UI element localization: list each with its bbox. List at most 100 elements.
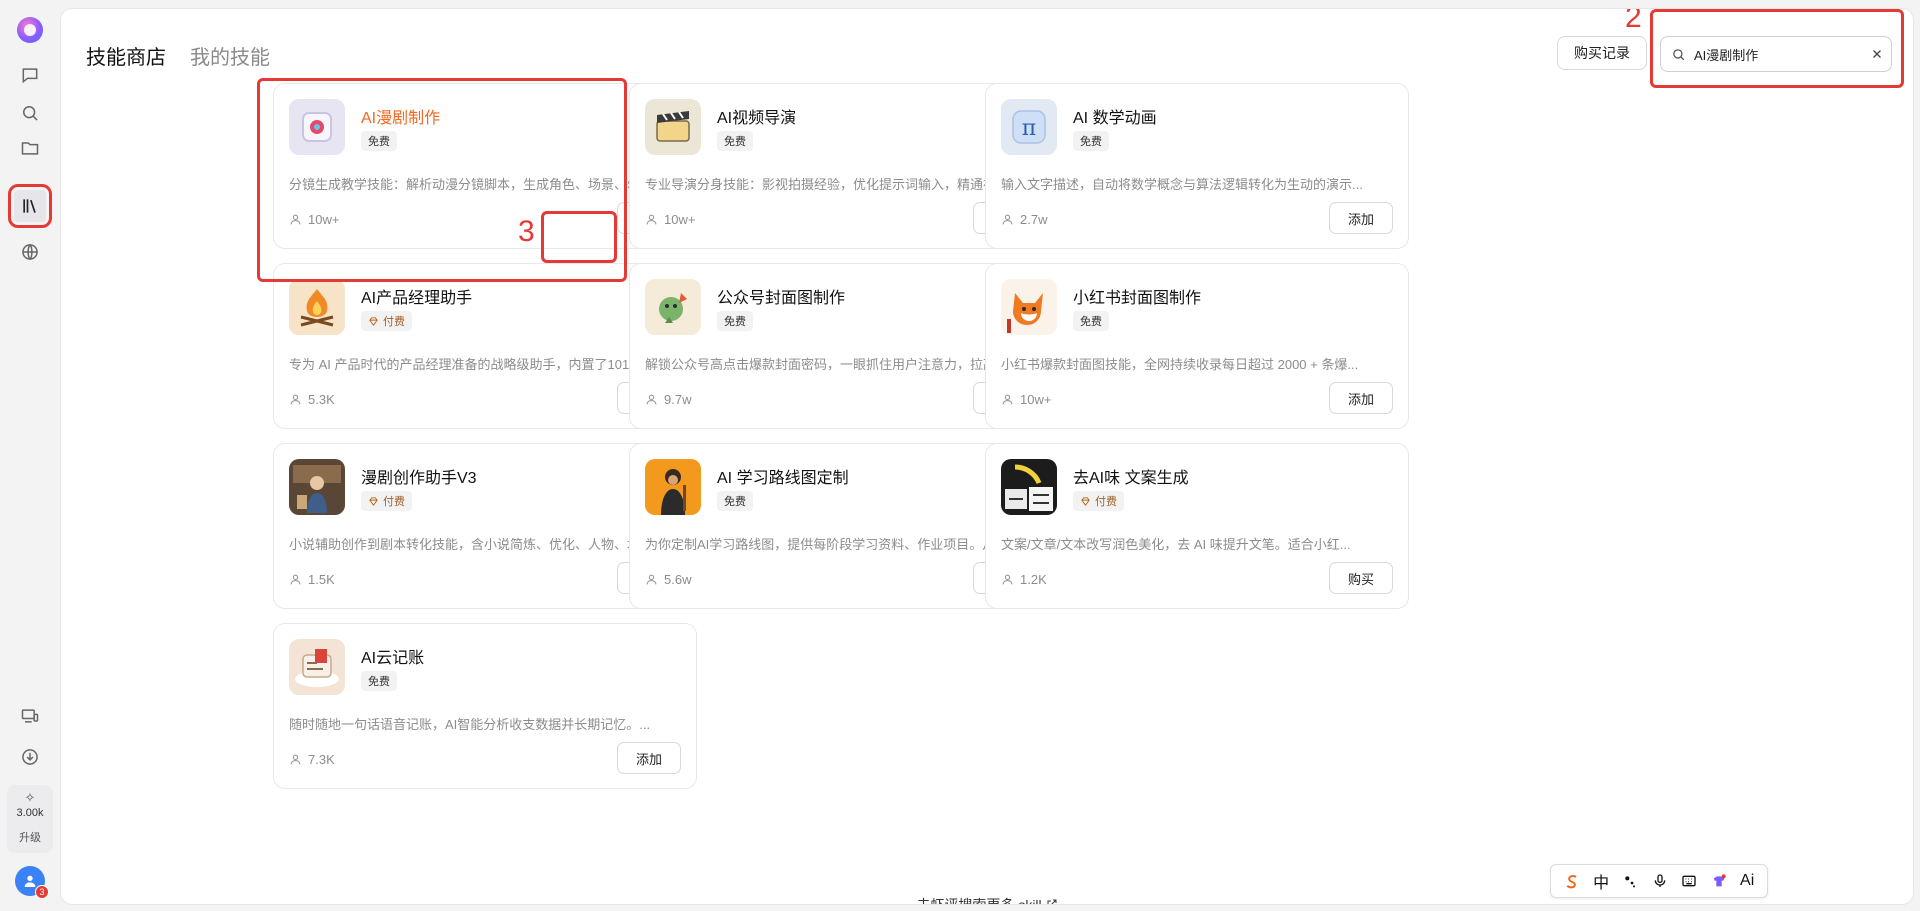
user-count: 1.5K xyxy=(289,572,335,587)
skill-thumbnail xyxy=(289,459,345,515)
devices-icon[interactable] xyxy=(14,700,46,732)
user-avatar[interactable]: 3 xyxy=(15,866,49,899)
skill-title: 漫剧创作助手V3 xyxy=(361,470,477,487)
skill-card[interactable]: 去AI味 文案生成 付费 文案/文章/文本改写润色美化，去 AI 味提升文笔。适… xyxy=(985,443,1409,609)
ime-ai-button[interactable]: Ai xyxy=(1740,872,1754,890)
skill-description: 文案/文章/文本改写润色美化，去 AI 味提升文笔。适合小红... xyxy=(1001,537,1351,552)
ime-chinese-mode[interactable]: 中 xyxy=(1593,869,1609,893)
price-tag: 免费 xyxy=(1073,311,1109,331)
user-count: 2.7w xyxy=(1001,212,1047,227)
search-nav-icon[interactable] xyxy=(14,97,46,129)
user-count-value: 10w+ xyxy=(308,212,340,227)
user-icon xyxy=(290,394,301,405)
ime-toolbar: 中 Ai xyxy=(1550,864,1768,898)
price-tag: 免费 xyxy=(717,491,753,511)
skill-card[interactable]: 小红书封面图制作 免费 小红书爆款封面图技能，全网持续收录每日超过 2000 +… xyxy=(985,263,1409,429)
credits-upgrade-box[interactable]: ✧ 3.00k 升级 xyxy=(7,785,53,853)
purchase-history-button[interactable]: 购买记录 xyxy=(1557,36,1647,70)
credits-count: 3.00k xyxy=(16,807,44,819)
skill-thumbnail xyxy=(289,639,345,695)
price-tag-label: 付费 xyxy=(383,316,405,328)
skill-thumbnail xyxy=(289,279,345,335)
price-tag: 免费 xyxy=(361,131,397,151)
skill-title: AI 数学动画 xyxy=(1073,110,1157,127)
price-tag-label: 付费 xyxy=(383,496,405,508)
skill-thumbnail xyxy=(1001,459,1057,515)
skill-title: 去AI味 文案生成 xyxy=(1073,470,1189,487)
search-box[interactable] xyxy=(1660,36,1892,72)
diamond-icon xyxy=(369,496,378,506)
folder-icon[interactable] xyxy=(14,132,46,164)
chat-icon[interactable] xyxy=(14,59,46,91)
skill-thumbnail xyxy=(1001,279,1057,335)
upgrade-label: 升级 xyxy=(19,832,41,844)
buy-button[interactable]: 购买 xyxy=(1329,562,1393,594)
user-count-value: 5.6w xyxy=(664,572,692,587)
tab-skill-store[interactable]: 技能商店 xyxy=(86,41,166,70)
sogou-logo-icon[interactable] xyxy=(1564,873,1580,889)
user-count: 9.7w xyxy=(645,392,691,407)
annotation-2: 2 xyxy=(1625,8,1642,34)
skill-library-icon[interactable] xyxy=(8,184,52,228)
skill-card[interactable]: π AI 数学动画 免费 输入文字描述，自动将数学概念与算法逻辑转化为生动的演示… xyxy=(985,83,1409,249)
skill-title: AI视频导演 xyxy=(717,110,797,127)
user-count-value: 1.2K xyxy=(1020,572,1047,587)
app-logo-icon[interactable] xyxy=(17,17,43,43)
skill-description: 为你定制AI学习路线图，提供每阶段学习资料、作业项目。从... xyxy=(645,537,1007,552)
microphone-icon[interactable] xyxy=(1652,873,1668,889)
diamond-icon xyxy=(1081,496,1090,506)
tab-bar: 技能商店 我的技能 xyxy=(86,41,270,70)
user-count-value: 1.5K xyxy=(308,572,335,587)
notification-badge: 3 xyxy=(35,885,49,899)
download-icon[interactable] xyxy=(14,741,46,773)
diamond-icon xyxy=(369,316,378,326)
user-count-value: 7.3K xyxy=(308,752,335,767)
skill-title: AI产品经理助手 xyxy=(361,290,473,307)
clear-search-icon[interactable] xyxy=(1870,47,1884,61)
external-link-icon xyxy=(1047,899,1057,904)
skill-title: AI 学习路线图定制 xyxy=(717,470,849,487)
user-icon xyxy=(646,574,657,585)
user-count: 10w+ xyxy=(1001,392,1051,407)
skill-description: 输入文字描述，自动将数学概念与算法逻辑转化为生动的演示... xyxy=(1001,177,1363,192)
skin-icon[interactable] xyxy=(1711,873,1727,889)
sparkle-icon: ✧ xyxy=(24,790,36,805)
add-button[interactable]: 添加 xyxy=(1329,202,1393,234)
user-icon xyxy=(290,574,301,585)
skill-description: 小说辅助创作到剧本转化技能，含小说简炼、优化、人物、场... xyxy=(289,537,651,552)
user-icon xyxy=(290,214,301,225)
user-icon xyxy=(290,754,301,765)
skill-description: 小红书爆款封面图技能，全网持续收录每日超过 2000 + 条爆... xyxy=(1001,357,1359,372)
user-count: 5.6w xyxy=(645,572,691,587)
skill-description: 解锁公众号高点击爆款封面密码，一眼抓住用户注意力，拉高... xyxy=(645,357,1007,372)
search-icon xyxy=(1673,48,1685,60)
skill-thumbnail: π xyxy=(1001,99,1057,155)
user-count: 7.3K xyxy=(289,752,335,767)
keyboard-icon[interactable] xyxy=(1681,873,1697,889)
skill-title: 公众号封面图制作 xyxy=(717,290,846,307)
search-highlight xyxy=(1650,9,1904,88)
price-tag: 免费 xyxy=(717,131,753,151)
skill-description: 专为 AI 产品时代的产品经理准备的战略级助手，内置了101 ... xyxy=(289,357,644,372)
price-tag: 付费 xyxy=(1073,491,1124,511)
user-count: 10w+ xyxy=(645,212,695,227)
skill-card[interactable]: AI云记账 免费 随时随地一句话语音记账，AI智能分析收支数据并长期记忆。...… xyxy=(273,623,697,789)
user-count-value: 10w+ xyxy=(1020,392,1052,407)
more-skills-label: 去虾评搜索更多 skill xyxy=(916,897,1042,905)
user-count-value: 5.3K xyxy=(308,392,335,407)
user-count: 5.3K xyxy=(289,392,335,407)
annotation-3: 3 xyxy=(518,215,535,248)
search-input[interactable] xyxy=(1694,46,1870,62)
user-count: 10w+ xyxy=(289,212,339,227)
add-button[interactable]: 添加 xyxy=(617,742,681,774)
skill-store-panel: 技能商店 我的技能 购买记录 2 AI漫剧制作 免费 分镜生成教学技能：解析动漫… xyxy=(60,8,1914,905)
skill-thumbnail xyxy=(645,459,701,515)
punctuation-icon[interactable] xyxy=(1622,873,1638,889)
user-count-value: 9.7w xyxy=(664,392,692,407)
skill-description: 分镜生成教学技能：解析动漫分镜脚本，生成角色、场景、So... xyxy=(289,177,654,192)
tab-my-skills[interactable]: 我的技能 xyxy=(190,41,270,70)
user-icon xyxy=(1002,574,1013,585)
user-icon xyxy=(1002,394,1013,405)
globe-icon[interactable] xyxy=(14,236,46,268)
add-button[interactable]: 添加 xyxy=(1329,382,1393,414)
